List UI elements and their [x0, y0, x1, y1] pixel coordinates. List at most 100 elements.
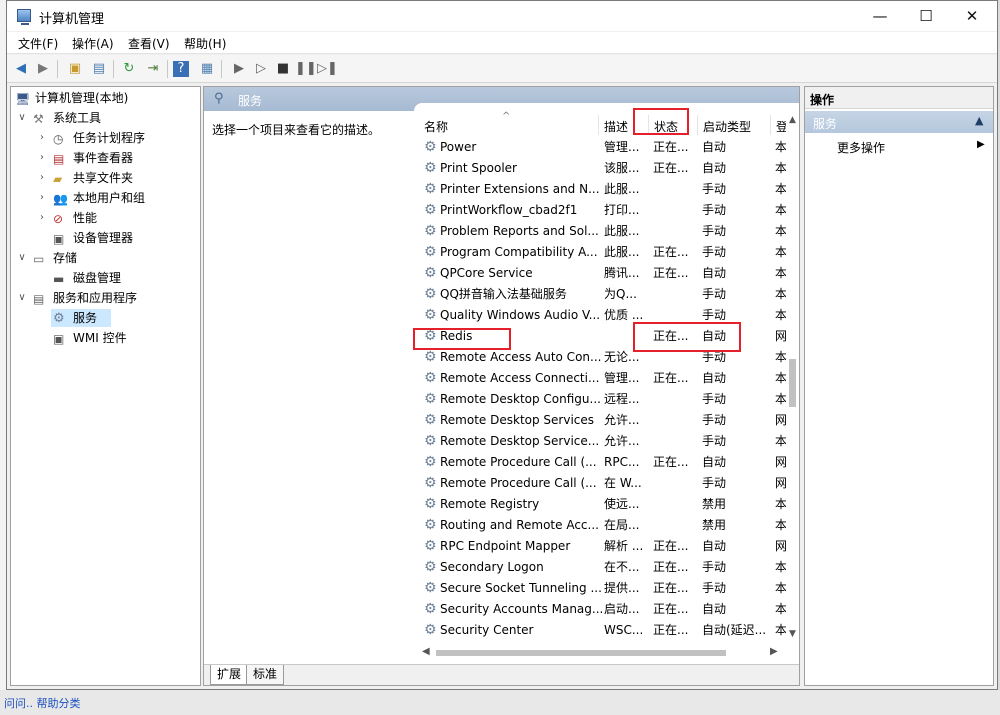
chevron-right-icon[interactable]: ›: [37, 169, 47, 187]
menu-bar: 文件(F) 操作(A) 查看(V) 帮助(H): [7, 32, 997, 54]
menu-view[interactable]: 查看(V): [128, 35, 170, 52]
collapse-up-icon[interactable]: ▲: [975, 114, 983, 127]
table-row[interactable]: ⚙ Remote Desktop Service... 允许... 手动 本: [418, 431, 786, 452]
show-hide-tree-icon[interactable]: ▤: [89, 59, 109, 79]
back-arrow-icon[interactable]: ◀: [11, 59, 31, 79]
scroll-down-icon[interactable]: ▼: [786, 629, 799, 639]
scroll-up-icon[interactable]: ▲: [786, 115, 799, 125]
tree-item-task-scheduler[interactable]: › ◷ 任务计划程序: [15, 129, 195, 147]
more-actions-item[interactable]: 更多操作: [837, 139, 885, 156]
service-name: QPCore Service: [440, 266, 533, 280]
minimize-button[interactable]: —: [857, 1, 903, 31]
scrollbar-thumb[interactable]: [789, 359, 796, 407]
refresh-icon[interactable]: ↻: [119, 59, 139, 79]
service-name: Security Center: [440, 623, 534, 637]
start-service-icon[interactable]: ▶: [229, 59, 249, 79]
table-row[interactable]: ⚙ Power 管理... 正在... 自动 本: [418, 137, 786, 158]
chevron-right-icon[interactable]: ›: [37, 149, 47, 167]
services-title: 服务: [238, 94, 263, 108]
scrollbar-thumb[interactable]: [436, 650, 726, 656]
chevron-down-icon[interactable]: ∨: [17, 109, 27, 127]
restart-service-icon[interactable]: ▷❚: [317, 59, 338, 79]
chevron-right-icon[interactable]: ›: [37, 209, 47, 227]
column-name[interactable]: 名称: [424, 118, 448, 135]
gear-icon: ⚙: [424, 412, 437, 428]
table-row[interactable]: ⚙ Remote Desktop Services 允许... 手动 网: [418, 410, 786, 431]
menu-help[interactable]: 帮助(H): [184, 35, 226, 52]
chevron-right-icon[interactable]: ▶: [977, 139, 985, 150]
horizontal-scrollbar[interactable]: ◀ ▶: [418, 645, 786, 661]
table-row[interactable]: ⚙ RPC Endpoint Mapper 解析 ... 正在... 自动 网: [418, 536, 786, 557]
table-row[interactable]: ⚙ Printer Extensions and N... 此服... 手动 本: [418, 179, 786, 200]
tree-item-label: 任务计划程序: [73, 131, 146, 145]
table-row[interactable]: ⚙ Secure Socket Tunneling ... 提供... 正在... 手动…: [418, 578, 786, 599]
export-list-icon[interactable]: ⇥: [143, 59, 163, 79]
table-row[interactable]: ⚙ Program Compatibility A... 此服... 正在... 手动 本: [418, 242, 786, 263]
tree-item-local-users[interactable]: › 👥 本地用户和组: [15, 189, 195, 207]
scroll-left-icon[interactable]: ◀: [422, 646, 430, 657]
column-divider[interactable]: [598, 115, 599, 135]
up-folder-icon[interactable]: ▣: [65, 59, 85, 79]
gear-icon: ⚙: [424, 496, 437, 512]
service-start-type: 自动(延迟...: [702, 623, 767, 637]
chevron-down-icon[interactable]: ∨: [17, 249, 27, 267]
gear-icon: ⚙: [424, 244, 437, 260]
tree-item-label: 系统工具: [53, 111, 102, 125]
stop-service-icon[interactable]: ■: [273, 59, 293, 79]
tree-item-root[interactable]: 🖥 计算机管理(本地): [15, 89, 195, 107]
tree-item-storage[interactable]: ∨ ▭ 存储: [15, 249, 195, 267]
gear-icon: ⚙: [424, 370, 437, 386]
help-icon[interactable]: ?: [173, 61, 189, 77]
table-row[interactable]: ⚙ Secondary Logon 在不... 正在... 手动 本: [418, 557, 786, 578]
column-divider[interactable]: [770, 115, 771, 135]
table-row[interactable]: ⚙ QQ拼音输入法基础服务 为Q... 手动 本: [418, 284, 786, 305]
column-start-type[interactable]: 启动类型: [703, 118, 751, 135]
start-service-alt-icon[interactable]: ▷: [251, 59, 271, 79]
table-row[interactable]: ⚙ Security Center WSC... 正在... 自动(延迟... 本: [418, 620, 786, 641]
service-state: 正在...: [653, 140, 689, 154]
vertical-scrollbar[interactable]: ▲ ▼: [786, 113, 799, 645]
service-start-type: 手动: [702, 434, 727, 448]
actions-section-label: 服务: [813, 117, 838, 131]
chevron-down-icon[interactable]: ∨: [17, 289, 27, 307]
close-button[interactable]: ✕: [949, 1, 995, 31]
column-divider[interactable]: [697, 115, 698, 135]
tree-item-services-apps[interactable]: ∨ ▤ 服务和应用程序: [15, 289, 195, 307]
table-row[interactable]: ⚙ Remote Access Connecti... 管理... 正在... 自动 本: [418, 368, 786, 389]
tree-item-system-tools[interactable]: ∨ ⚒ 系统工具: [15, 109, 195, 127]
scroll-right-icon[interactable]: ▶: [770, 646, 778, 657]
tree-item-shared-folders[interactable]: › ▰ 共享文件夹: [15, 169, 195, 187]
table-row[interactable]: ⚙ Routing and Remote Acc... 在局... 禁用 本: [418, 515, 786, 536]
column-desc[interactable]: 描述: [604, 118, 628, 135]
tab-standard[interactable]: 标准: [246, 665, 285, 685]
table-row[interactable]: ⚙ Remote Procedure Call (... 在 W... 手动 网: [418, 473, 786, 494]
table-row[interactable]: ⚙ Security Accounts Manag... 启动... 正在... 自动 本: [418, 599, 786, 620]
menu-action[interactable]: 操作(A): [72, 35, 114, 52]
table-row[interactable]: ⚙ Remote Procedure Call (... RPC... 正在... 自动…: [418, 452, 786, 473]
title-bar[interactable]: 计算机管理 — ☐ ✕: [7, 1, 997, 31]
maximize-button[interactable]: ☐: [903, 1, 949, 31]
table-row[interactable]: ⚙ Print Spooler 该服... 正在... 自动 本: [418, 158, 786, 179]
chevron-right-icon[interactable]: ›: [37, 129, 47, 147]
tree-item-wmi[interactable]: ▣ WMI 控件: [15, 329, 195, 347]
table-row[interactable]: ⚙ PrintWorkflow_cbad2f1 打印... 手动 本: [418, 200, 786, 221]
service-state: 正在...: [653, 455, 689, 469]
table-row[interactable]: ⚙ Problem Reports and Sol... 此服... 手动 本: [418, 221, 786, 242]
gear-icon: ⚙: [424, 139, 437, 155]
service-start-type: 手动: [702, 476, 727, 490]
actions-section-services[interactable]: 服务 ▲: [805, 111, 993, 133]
tree-item-device-manager[interactable]: ▣ 设备管理器: [15, 229, 195, 247]
tree-item-disk-management[interactable]: ▬ 磁盘管理: [15, 269, 195, 287]
menu-file[interactable]: 文件(F): [18, 35, 58, 52]
pause-service-icon[interactable]: ❚❚: [295, 59, 317, 79]
tab-extended[interactable]: 扩展: [210, 665, 249, 685]
tree-item-performance[interactable]: › ⊘ 性能: [15, 209, 195, 227]
tree-item-event-viewer[interactable]: › ▤ 事件查看器: [15, 149, 195, 167]
tree-item-services[interactable]: ⚙ 服务: [51, 309, 111, 327]
table-row[interactable]: ⚙ Remote Desktop Configu... 远程... 手动 本: [418, 389, 786, 410]
forward-arrow-icon[interactable]: ▶: [33, 59, 53, 79]
chevron-right-icon[interactable]: ›: [37, 189, 47, 207]
table-row[interactable]: ⚙ Remote Registry 使远... 禁用 本: [418, 494, 786, 515]
properties-icon[interactable]: ▦: [197, 59, 217, 79]
table-row[interactable]: ⚙ QPCore Service 腾讯... 正在... 自动 本: [418, 263, 786, 284]
